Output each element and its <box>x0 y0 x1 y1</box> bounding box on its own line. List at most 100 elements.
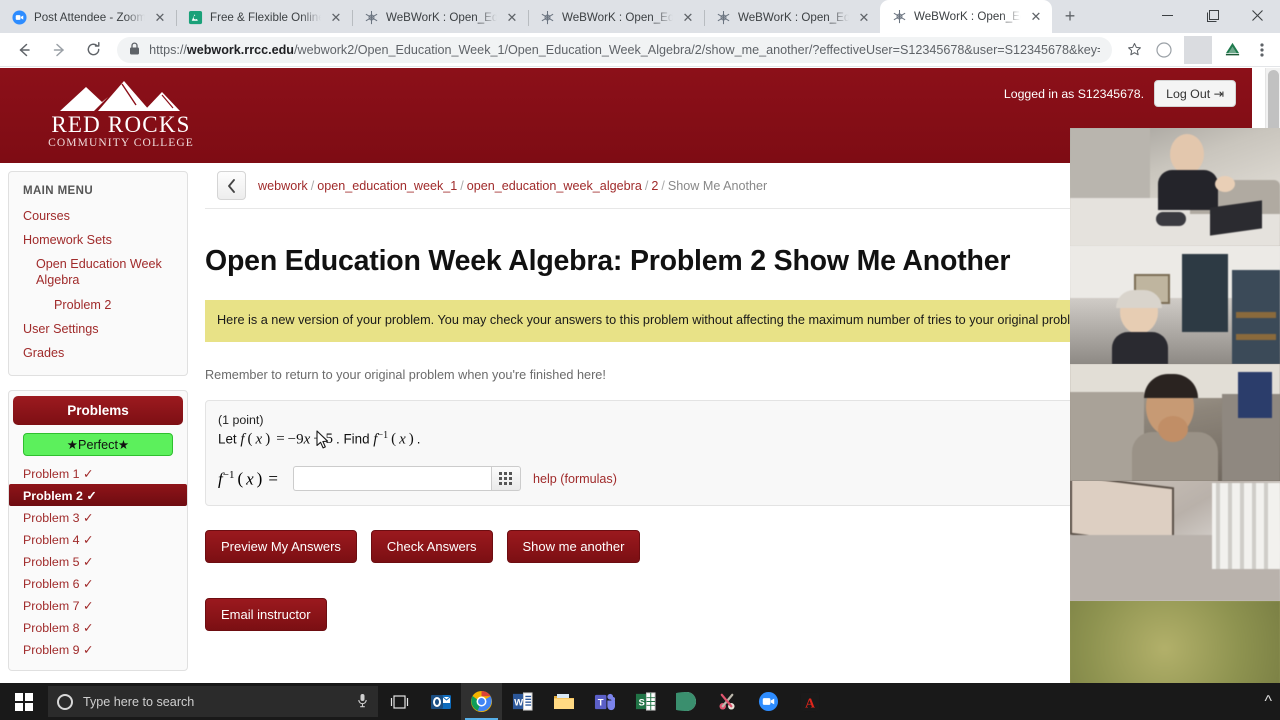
video-frame <box>1070 246 1280 364</box>
breadcrumb-item-webwork[interactable]: webwork <box>258 179 308 193</box>
forward-button[interactable] <box>41 33 76 67</box>
divider <box>1184 35 1212 64</box>
participant-tile-1[interactable] <box>1070 128 1280 246</box>
acrobat-icon[interactable]: A <box>789 683 830 720</box>
problem-link-2[interactable]: Problem 2 ✓ <box>9 484 187 506</box>
teams-icon[interactable]: T <box>584 683 625 720</box>
url-input[interactable]: https://webwork.rrcc.edu/webwork2/Open_E… <box>117 36 1112 63</box>
check-icon: ✓ <box>82 598 94 613</box>
browser-tab-active[interactable]: WeBWorK : Open_Educ ✕ <box>880 0 1052 33</box>
browser-globe-icon[interactable] <box>666 683 707 720</box>
file-explorer-icon[interactable] <box>543 683 584 720</box>
close-icon[interactable]: ✕ <box>152 10 168 26</box>
inverse-exponent: −1 <box>222 468 235 481</box>
snipping-tool-icon[interactable] <box>707 683 748 720</box>
problem-link-6[interactable]: Problem 6 ✓ <box>9 572 187 594</box>
minimize-button[interactable] <box>1145 0 1190 31</box>
word-icon[interactable]: W <box>502 683 543 720</box>
problem-link-5[interactable]: Problem 5 ✓ <box>9 550 187 572</box>
new-version-alert: Here is a new version of your problem. Y… <box>205 300 1135 342</box>
chrome-icon[interactable] <box>461 683 502 720</box>
problem-points: (1 point) <box>218 413 264 427</box>
inverse-exponent: −1 <box>377 430 389 441</box>
sidebar-item-homework-sets[interactable]: Homework Sets <box>9 228 187 252</box>
problem-link-8[interactable]: Problem 8 ✓ <box>9 616 187 638</box>
sidebar-item-problem-2[interactable]: Problem 2 <box>9 293 187 317</box>
task-view-icon[interactable] <box>378 683 420 720</box>
windows-taskbar: Type here to search W T S A ^ <box>0 683 1280 720</box>
breadcrumb-item-problem[interactable]: 2 <box>651 179 658 193</box>
close-icon[interactable]: ✕ <box>680 10 696 26</box>
tab-title: WeBWorK : Open_Educ <box>562 11 673 24</box>
outlook-icon[interactable] <box>420 683 461 720</box>
extension-icon[interactable] <box>1218 36 1246 64</box>
problem-link-3[interactable]: Problem 3 ✓ <box>9 506 187 528</box>
svg-text:T: T <box>598 697 604 708</box>
sidebar-item-courses[interactable]: Courses <box>9 204 187 228</box>
problem-label: Problem 7 <box>23 598 80 613</box>
browser-tab[interactable]: WeBWorK : Open_Educ ✕ <box>704 2 880 33</box>
close-button[interactable] <box>1235 0 1280 31</box>
maximize-button[interactable] <box>1190 0 1235 31</box>
search-placeholder: Type here to search <box>83 694 195 709</box>
answer-input[interactable] <box>292 466 491 492</box>
problem-label: Problem 9 <box>23 642 80 657</box>
show-me-another-button[interactable]: Show me another <box>506 530 641 564</box>
new-tab-button[interactable]: + <box>1056 3 1084 31</box>
help-formulas-link[interactable]: help (formulas) <box>533 472 617 486</box>
tray-chevron-icon[interactable]: ^ <box>1264 693 1272 711</box>
chrome-menu-icon[interactable] <box>1248 36 1276 64</box>
logout-button[interactable]: Log Out ⇥ <box>1154 80 1236 107</box>
participant-tile-4[interactable] <box>1070 481 1280 601</box>
problem-link-4[interactable]: Problem 4 ✓ <box>9 528 187 550</box>
window-controls <box>1145 0 1280 31</box>
statement-prefix: Let <box>218 431 237 447</box>
browser-tab[interactable]: Post Attendee - Zoom ✕ <box>0 2 176 33</box>
search-input[interactable]: Type here to search <box>48 686 378 717</box>
close-icon[interactable]: ✕ <box>856 10 872 26</box>
windows-start-icon[interactable] <box>0 683 48 720</box>
sidebar-item-open-education-week-algebra[interactable]: Open Education Week Algebra <box>9 252 187 293</box>
problem-link-1[interactable]: Problem 1 ✓ <box>9 462 187 484</box>
preview-my-answers-button[interactable]: Preview My Answers <box>205 530 357 564</box>
email-instructor-button[interactable]: Email instructor <box>205 598 327 632</box>
sidebar-item-user-settings[interactable]: User Settings <box>9 317 187 341</box>
breadcrumb-item-set[interactable]: open_education_week_1 <box>317 179 457 193</box>
reload-button[interactable] <box>76 33 111 67</box>
green-doc-icon <box>187 10 203 26</box>
browser-tab[interactable]: Free & Flexible Online h ✕ <box>176 2 352 33</box>
tab-strip: Post Attendee - Zoom ✕ Free & Flexible O… <box>0 0 1280 33</box>
answer-input-group <box>292 466 521 492</box>
sidebar-item-grades[interactable]: Grades <box>9 341 187 365</box>
breadcrumb-item-assignment[interactable]: open_education_week_algebra <box>467 179 642 193</box>
profile-avatar-icon[interactable] <box>1150 36 1178 64</box>
system-tray[interactable]: ^ <box>1264 683 1280 720</box>
browser-tab[interactable]: WeBWorK : Open_Educ ✕ <box>528 2 704 33</box>
problem-link-7[interactable]: Problem 7 ✓ <box>9 594 187 616</box>
bookmark-star-icon[interactable] <box>1120 36 1148 64</box>
browser-tab[interactable]: WeBWorK : Open_Educ ✕ <box>352 2 528 33</box>
back-button[interactable] <box>6 33 41 67</box>
participant-tile-3[interactable] <box>1070 364 1280 481</box>
zoom-icon[interactable] <box>748 683 789 720</box>
chevron-left-icon[interactable] <box>217 171 246 200</box>
problem-link-9[interactable]: Problem 9 ✓ <box>9 638 187 660</box>
participant-tile-2[interactable] <box>1070 246 1280 364</box>
rrcc-logo[interactable]: RED ROCKS COMMUNITY COLLEGE <box>36 78 206 154</box>
video-frame <box>1070 128 1280 246</box>
math-keypad-icon[interactable] <box>490 466 521 492</box>
zoom-video-panel[interactable] <box>1070 128 1280 720</box>
close-icon[interactable]: ✕ <box>504 10 520 26</box>
sign-out-icon: ⇥ <box>1213 87 1224 101</box>
variable: x <box>399 431 406 448</box>
check-answers-button[interactable]: Check Answers <box>370 530 493 564</box>
problem-label: Problem 2 <box>23 488 83 503</box>
excel-icon[interactable]: S <box>625 683 666 720</box>
breadcrumb-separator: / <box>310 178 315 193</box>
tab-title: WeBWorK : Open_Educ <box>914 10 1021 23</box>
sidebar: MAIN MENU Courses Homework Sets Open Edu… <box>8 171 188 683</box>
microphone-icon[interactable] <box>357 693 368 711</box>
check-icon: ✓ <box>82 576 94 591</box>
close-icon[interactable]: ✕ <box>328 10 344 26</box>
close-icon[interactable]: ✕ <box>1028 9 1044 25</box>
